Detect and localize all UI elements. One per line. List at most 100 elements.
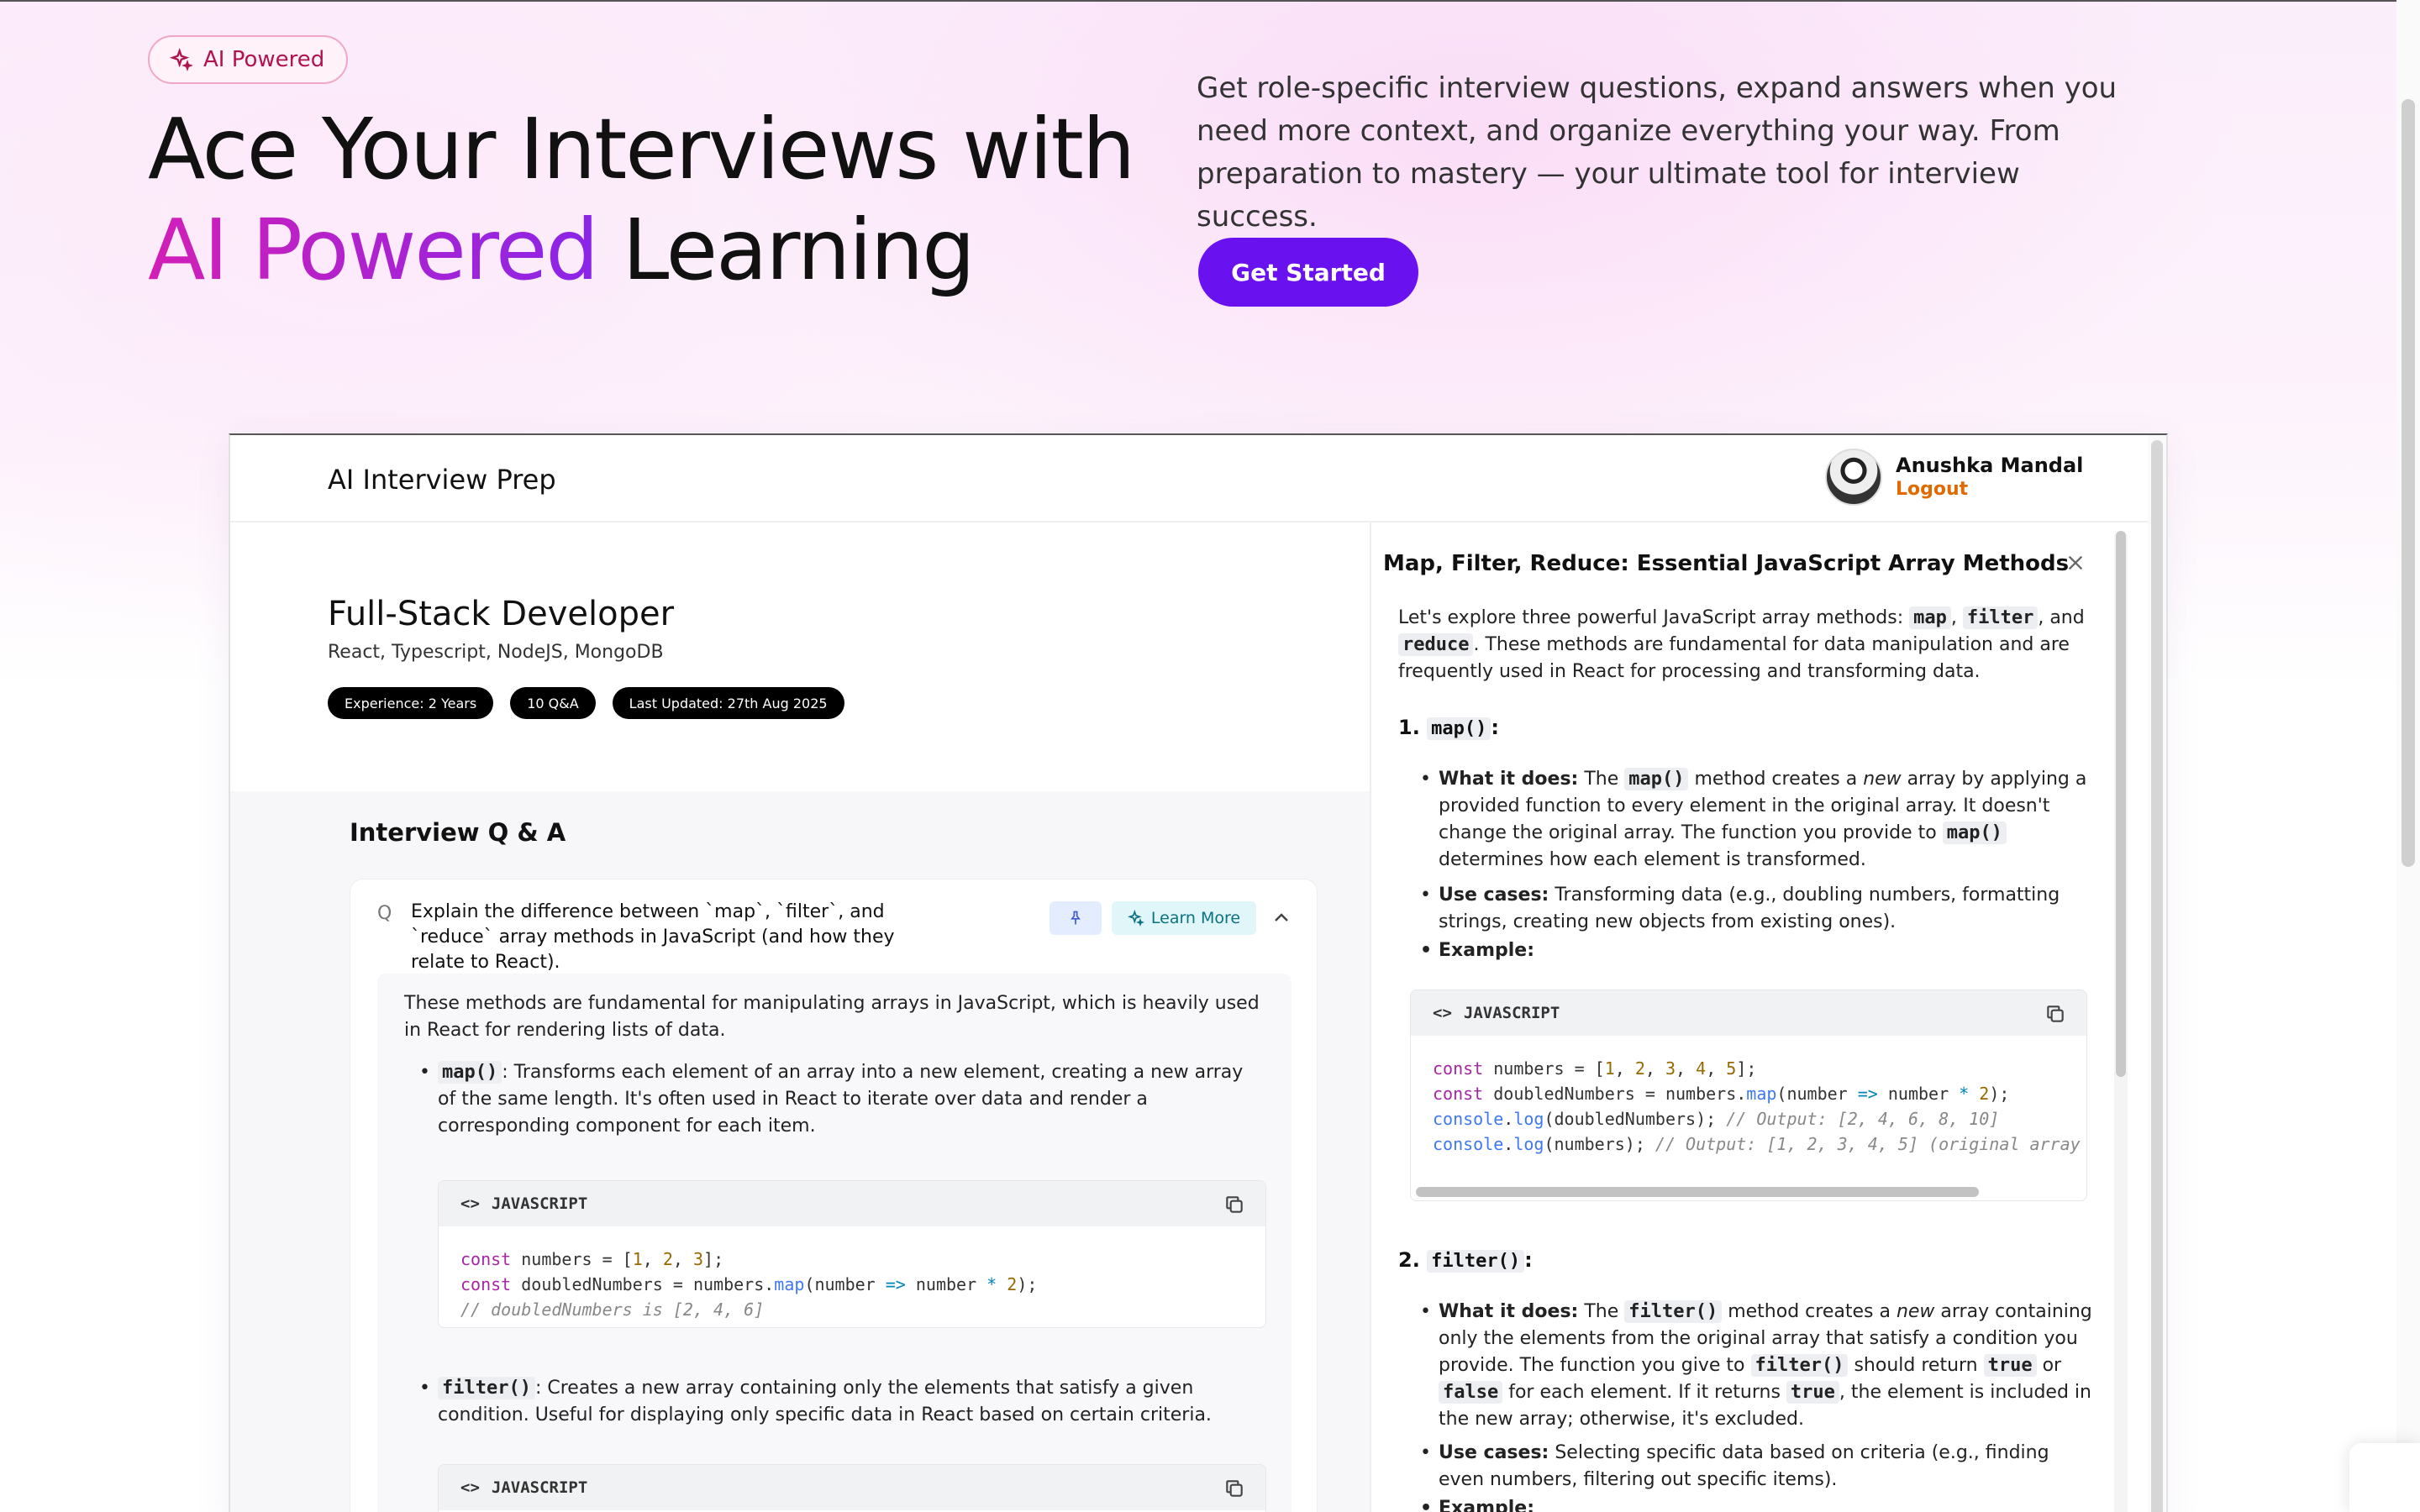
close-drawer-button[interactable]	[2060, 548, 2091, 578]
map-use-cases: Use cases: Transforming data (e.g., doub…	[1420, 882, 2092, 936]
code-block-map: <> JAVASCRIPT const numbers = [1, 2, 3];…	[438, 1180, 1266, 1328]
pin-button[interactable]	[1050, 901, 1102, 935]
learn-more-button[interactable]: Learn More	[1112, 901, 1256, 935]
app-logo[interactable]: AI Interview Prep	[328, 464, 556, 496]
answer-item-filter: filter(): Creates a new array containing…	[419, 1375, 1260, 1429]
text: new	[1896, 1301, 1935, 1322]
inline-code: reduce	[1398, 633, 1474, 656]
inline-code: map	[1909, 606, 1951, 629]
inline-code: filter()	[1624, 1300, 1723, 1323]
code-language: JAVASCRIPT	[491, 1478, 588, 1497]
text: method creates a	[1722, 1301, 1897, 1322]
text: , and	[2038, 607, 2085, 628]
role-pills: Experience: 2 Years 10 Q&A Last Updated:…	[328, 687, 844, 719]
user-avatar	[1825, 449, 1882, 506]
copy-icon[interactable]	[1223, 1478, 1245, 1499]
inline-code: map()	[1624, 768, 1689, 790]
inline-code: false	[1439, 1381, 1503, 1404]
inline-code: filter()	[438, 1377, 535, 1399]
app-scrollbar-thumb[interactable]	[2151, 440, 2163, 1512]
answer-item-text: : Transforms each element of an array in…	[438, 1062, 1244, 1137]
text: The	[1578, 1301, 1625, 1322]
inline-code: true	[1786, 1381, 1839, 1404]
answer-box: These methods are fundamental for manipu…	[377, 974, 1292, 1512]
code-body: const numbers = [1, 2, 3]; const doubled…	[460, 1249, 1038, 1320]
code-language: JAVASCRIPT	[1463, 1004, 1560, 1022]
floating-corner-widget[interactable]	[2349, 1443, 2420, 1512]
get-started-button[interactable]: Get Started	[1198, 238, 1418, 307]
label: Use cases:	[1439, 1442, 1549, 1463]
text: . These methods are fundamental for data…	[1398, 634, 2070, 682]
badge-label: AI Powered	[203, 47, 325, 72]
app-header: AI Interview Prep Anushka Mandal Logout	[230, 435, 2166, 522]
drawer-title: Map, Filter, Reduce: Essential JavaScrip…	[1383, 551, 2070, 576]
page-scrollbar[interactable]	[2396, 0, 2420, 1512]
code-brackets-icon: <>	[460, 1194, 480, 1213]
copy-icon[interactable]	[1223, 1194, 1245, 1215]
learn-more-drawer: Map, Filter, Reduce: Essential JavaScrip…	[1370, 522, 2149, 1512]
inline-code: map()	[1427, 717, 1491, 740]
code-header: <> JAVASCRIPT	[1411, 990, 2086, 1036]
code-header: <> JAVASCRIPT	[439, 1181, 1265, 1226]
drawer-code-block-map: <> JAVASCRIPT const numbers = [1, 2, 3, …	[1410, 990, 2087, 1201]
sparkle-icon	[1127, 910, 1144, 927]
drawer-scrollbar[interactable]	[2114, 531, 2128, 1512]
code-block-filter: <> JAVASCRIPT	[438, 1464, 1266, 1512]
hero-description: Get role-specific interview questions, e…	[1197, 71, 2118, 234]
ai-powered-badge: AI Powered	[148, 35, 349, 84]
text: The	[1578, 769, 1625, 790]
text: determines how each element is transform…	[1439, 849, 1866, 870]
hero-title-line1: Ace Your Interviews with	[148, 100, 1135, 198]
inline-code: filter()	[1427, 1250, 1525, 1273]
drawer-scrollbar-thumb[interactable]	[2116, 531, 2126, 1077]
app-scrollbar[interactable]	[2148, 435, 2166, 1512]
qa-card: Q Explain the difference between `map`, …	[350, 879, 1318, 1512]
code-language: JAVASCRIPT	[491, 1194, 588, 1213]
text: 2.	[1398, 1248, 1428, 1272]
sparkle-icon	[170, 48, 193, 71]
question-text[interactable]: Explain the difference between `map`, `f…	[411, 900, 949, 975]
label: What it does:	[1439, 1301, 1579, 1322]
qa-heading: Interview Q & A	[350, 818, 566, 847]
inline-code: true	[1983, 1354, 2037, 1377]
experience-pill: Experience: 2 Years	[328, 687, 494, 719]
inline-code: map()	[1942, 822, 2007, 844]
text: 1.	[1398, 716, 1428, 739]
text: new	[1863, 769, 1902, 790]
close-icon	[2068, 555, 2083, 570]
section-heading-filter: 2. filter():	[1398, 1248, 1533, 1273]
map-what-it-does: What it does: The map() method creates a…	[1420, 766, 2092, 874]
logout-link[interactable]: Logout	[1896, 479, 1968, 500]
text: ,	[1950, 607, 1963, 628]
filter-what-it-does: What it does: The filter() method create…	[1420, 1299, 2092, 1433]
qa-section: Interview Q & A Q Explain the difference…	[230, 791, 1370, 1512]
learn-more-label: Learn More	[1150, 909, 1241, 927]
label: Use cases:	[1439, 885, 1549, 906]
page-scrollbar-thumb[interactable]	[2402, 99, 2415, 867]
role-topics: React, Typescript, NodeJS, MongoDB	[328, 642, 664, 663]
map-example-label: Example:	[1420, 937, 2092, 964]
hero-title-line2: Learning	[597, 201, 976, 299]
chevron-up-icon	[1275, 913, 1288, 921]
collapse-button[interactable]	[1268, 905, 1295, 932]
text: or	[2036, 1355, 2062, 1376]
code-body: const numbers = [1, 2, 3, 4, 5]; const d…	[1433, 1058, 2081, 1154]
inline-code: filter()	[1750, 1354, 1849, 1377]
copy-icon[interactable]	[2044, 1003, 2066, 1025]
horizontal-scrollbar[interactable]	[1416, 1187, 1979, 1197]
role-summary: Full-Stack Developer React, Typescript, …	[230, 522, 1370, 791]
qa-count-pill: 10 Q&A	[510, 687, 596, 719]
text: Let's explore three powerful JavaScript …	[1398, 607, 1910, 628]
inline-code: map()	[438, 1061, 502, 1084]
code-brackets-icon: <>	[460, 1478, 480, 1497]
filter-use-cases: Use cases: Selecting specific data based…	[1420, 1440, 2092, 1494]
label: What it does:	[1439, 769, 1579, 790]
answer-intro: These methods are fundamental for manipu…	[404, 993, 1260, 1041]
text: :	[1524, 1248, 1533, 1272]
role-title: Full-Stack Developer	[328, 595, 675, 633]
hero-title-highlight: AI Powered	[148, 201, 599, 299]
last-updated-pill: Last Updated: 27th Aug 2025	[612, 687, 844, 719]
question-marker: Q	[377, 903, 392, 924]
app-preview-window: AI Interview Prep Anushka Mandal Logout …	[229, 433, 2168, 1512]
code-header: <> JAVASCRIPT	[439, 1465, 1265, 1510]
